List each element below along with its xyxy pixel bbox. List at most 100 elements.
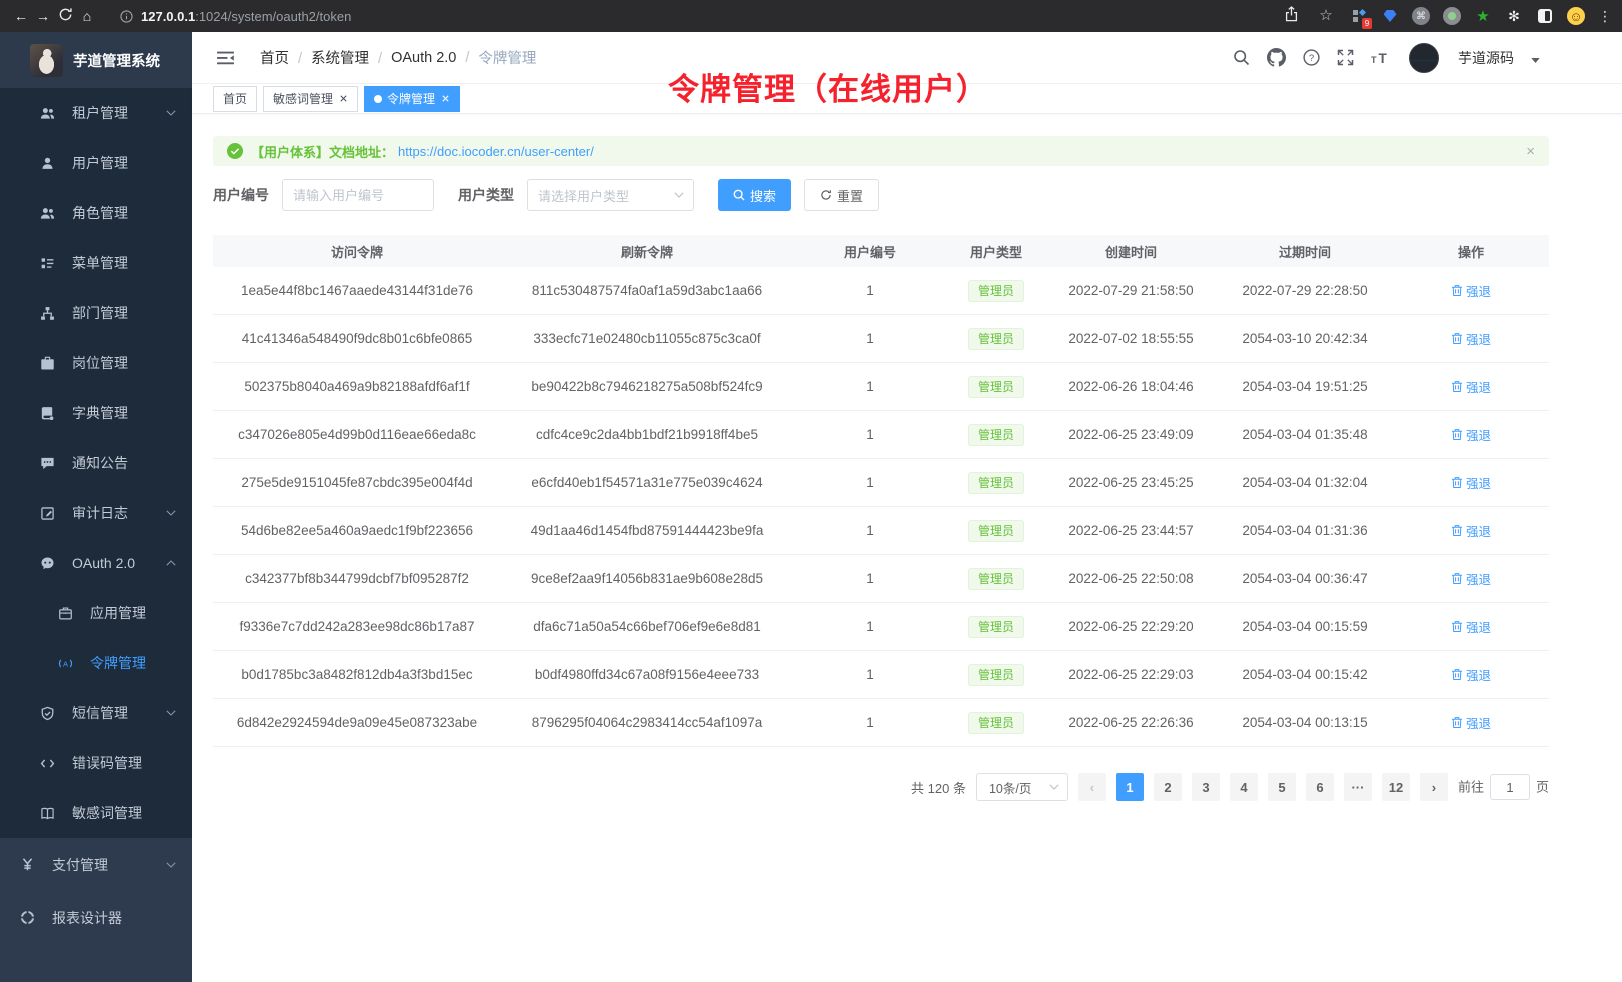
created-time-cell: 2022-07-29 21:58:50 [1045,283,1217,298]
page-number-button[interactable]: ··· [1344,773,1372,801]
user-name[interactable]: 芋道源码 [1458,48,1514,68]
extension-pinwheel-icon[interactable]: ✻ [1505,7,1523,25]
user-type-label: 用户类型 [458,185,514,205]
caret-down-icon[interactable] [1531,58,1540,63]
created-time-cell: 2022-06-25 22:26:36 [1045,715,1217,730]
goto-page: 前往页 [1458,774,1549,800]
force-logout-button[interactable]: 强退 [1451,329,1491,348]
search-icon[interactable] [1233,49,1250,66]
share-icon[interactable] [1280,0,1302,33]
force-logout-button[interactable]: 强退 [1451,665,1491,684]
sidebar-item[interactable]: 岗位管理 [0,338,192,388]
access-token-cell: b0d1785bc3a8482f812db4a3f3bd15ec [213,667,501,682]
page-number-button[interactable]: 3 [1192,773,1220,801]
page-number-button[interactable]: 4 [1230,773,1258,801]
browser-home-icon[interactable]: ⌂ [76,0,98,32]
search-button[interactable]: 搜索 [718,179,791,211]
column-header: 用户类型 [947,242,1045,261]
sidebar-item[interactable]: OAuth 2.0 [0,538,192,588]
close-tab-icon[interactable] [339,94,348,103]
table-row: 41c41346a548490f9dc8b01c6bfe0865 333ecfc… [213,315,1549,363]
table-row: 1ea5e44f8bc1467aaede43144f31de76 811c530… [213,267,1549,315]
help-icon[interactable]: ? [1303,49,1320,66]
force-logout-button[interactable]: 强退 [1451,713,1491,732]
user-id-cell: 1 [793,379,947,394]
browser-back-icon[interactable]: ← [10,0,32,32]
force-logout-button[interactable]: 强退 [1451,521,1491,540]
browser-reload-icon[interactable] [54,0,76,33]
user-id-input[interactable] [282,179,434,211]
force-logout-button[interactable]: 强退 [1451,281,1491,300]
user-type-badge: 管理员 [968,664,1024,686]
fullscreen-icon[interactable] [1337,49,1354,66]
breadcrumb-item[interactable]: 令牌管理 [478,47,536,68]
sidebar-item[interactable]: 角色管理 [0,188,192,238]
user-type-select[interactable]: 请选择用户类型 [527,179,694,211]
sidebar-item[interactable]: 审计日志 [0,488,192,538]
profile-avatar-icon[interactable]: ☺ [1567,7,1585,25]
sidebar-item[interactable]: 部门管理 [0,288,192,338]
sidebar-item[interactable]: 报表设计器 [0,891,192,944]
extension-gem-icon[interactable] [1381,7,1399,25]
breadcrumb-item[interactable]: 首页 [260,47,311,68]
reset-button[interactable]: 重置 [804,179,879,211]
expire-time-cell: 2054-03-04 19:51:25 [1217,379,1393,394]
created-time-cell: 2022-07-02 18:55:55 [1045,331,1217,346]
alert-text: 【用户体系】文档地址： [251,142,394,161]
sidebar-item[interactable]: 错误码管理 [0,738,192,788]
page-number-button[interactable]: 12 [1382,773,1410,801]
goto-page-input[interactable] [1490,774,1530,800]
page-number-button[interactable]: 5 [1268,773,1296,801]
page-size-select[interactable]: 10条/页 [976,773,1068,801]
user-avatar[interactable] [1409,43,1439,73]
font-size-icon[interactable]: TT [1371,50,1392,65]
extension-command-icon[interactable]: ⌘ [1412,7,1430,25]
sidebar-item[interactable]: 菜单管理 [0,238,192,288]
actions-cell: 强退 [1393,521,1549,540]
page-number-button[interactable]: 1 [1116,773,1144,801]
sidebar-item[interactable]: 敏感词管理 [0,788,192,838]
close-tab-icon[interactable] [441,94,450,103]
force-logout-button[interactable]: 强退 [1451,473,1491,492]
force-logout-button[interactable]: 强退 [1451,569,1491,588]
page-number-button[interactable]: 6 [1306,773,1334,801]
site-info-icon[interactable] [120,10,133,23]
user-type-badge: 管理员 [968,328,1024,350]
github-icon[interactable] [1267,48,1286,67]
sidebar-item[interactable]: 支付管理 [0,838,192,891]
extension-record-icon[interactable] [1443,7,1461,25]
alert-close-icon[interactable]: × [1526,144,1535,159]
sidebar-item[interactable]: 应用管理 [0,588,192,638]
page-tab[interactable]: 令牌管理 [364,86,460,112]
address-bar[interactable]: 127.0.0.1:1024/system/oauth2/token [120,9,351,24]
sidebar-item[interactable]: 用户管理 [0,138,192,188]
trash-icon [1451,428,1463,441]
extension-tabs-icon[interactable]: 9 [1350,7,1368,25]
force-logout-button[interactable]: 强退 [1451,425,1491,444]
extension-reader-icon[interactable] [1536,7,1554,25]
sidebar-item[interactable]: A 令牌管理 [0,638,192,688]
browser-menu-icon[interactable]: ⋮ [1598,8,1612,25]
doc-link[interactable]: https://doc.iocoder.cn/user-center/ [398,144,594,159]
bookmark-star-icon[interactable]: ☆ [1315,0,1337,32]
sidebar-item[interactable]: 通知公告 [0,438,192,488]
sidebar-item[interactable]: 租户管理 [0,88,192,138]
sidebar-header[interactable]: 芋道管理系统 [0,32,192,88]
breadcrumb-item[interactable]: 系统管理 [311,47,391,68]
browser-forward-icon[interactable]: → [32,0,54,32]
page-number-button[interactable]: 2 [1154,773,1182,801]
next-page-button[interactable]: › [1420,773,1448,801]
breadcrumb-item[interactable]: OAuth 2.0 [391,50,478,66]
sidebar-item[interactable]: 字典管理 [0,388,192,438]
sidebar-item[interactable]: 短信管理 [0,688,192,738]
collapse-sidebar-icon[interactable] [217,51,234,65]
page-buttons: 123456···12 [1116,773,1410,801]
force-logout-button[interactable]: 强退 [1451,377,1491,396]
page-tab[interactable]: 敏感词管理 [263,86,358,112]
page-tab[interactable]: 首页 [213,86,257,112]
prev-page-button[interactable]: ‹ [1078,773,1106,801]
sidebar-root-menu: 支付管理 报表设计器 [0,838,192,982]
extension-star-icon[interactable]: ★ [1474,7,1492,25]
token-table: 访问令牌刷新令牌用户编号用户类型创建时间过期时间操作 1ea5e44f8bc14… [213,235,1549,747]
force-logout-button[interactable]: 强退 [1451,617,1491,636]
